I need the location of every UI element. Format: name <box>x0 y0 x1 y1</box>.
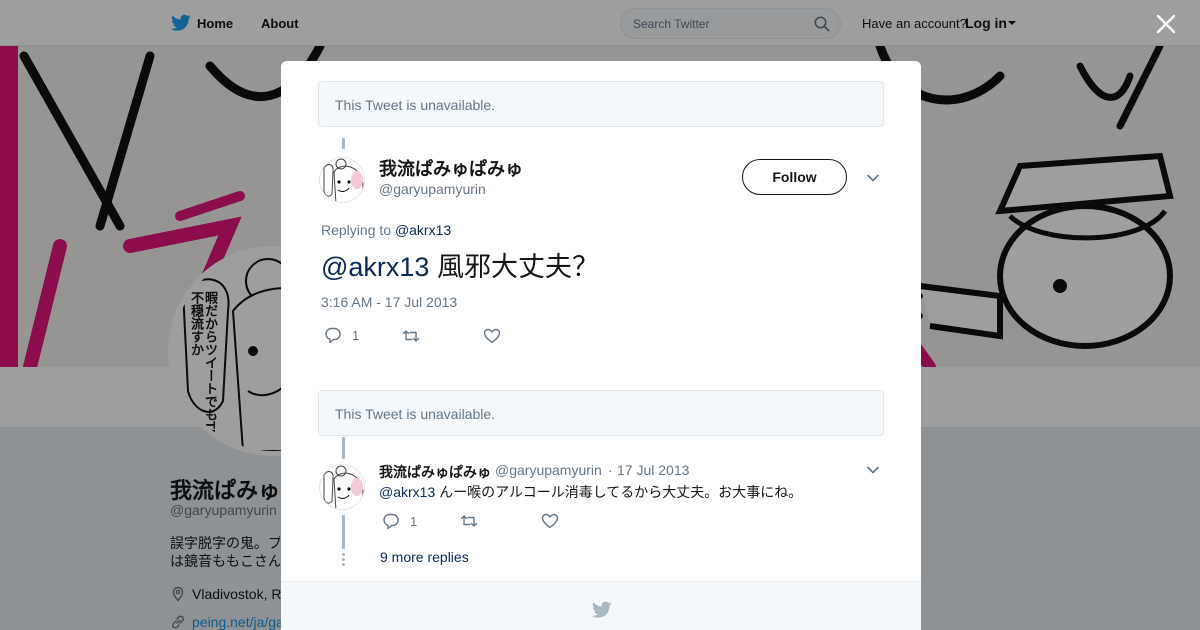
mention-link[interactable]: @akrx13 <box>321 252 429 282</box>
reply-count: 1 <box>352 328 360 343</box>
twitter-bird-icon <box>592 601 612 618</box>
heart-icon <box>483 328 501 344</box>
reply-date[interactable]: 17 Jul 2013 <box>617 462 689 478</box>
retweet-icon <box>460 515 478 527</box>
replying-to-handle-link[interactable]: @akrx13 <box>395 222 451 238</box>
tweet-author-name[interactable]: 我流ぱみゅぱみゅ <box>379 155 523 181</box>
reply-count: 1 <box>410 514 418 529</box>
thread-connector-line <box>342 515 345 549</box>
replying-to: Replying to @akrx13 <box>321 222 451 238</box>
tweet-body-text: 風邪大丈夫？ <box>436 252 599 282</box>
tweet-text: @akrx13 風邪大丈夫？ <box>321 245 599 284</box>
thread-connector-line <box>342 138 345 149</box>
more-replies-dots <box>342 553 345 568</box>
retweet-button[interactable] <box>402 327 432 345</box>
more-replies-link[interactable]: 9 more replies <box>380 549 469 565</box>
reply-author-name[interactable]: 我流ぱみゅぱみゅ <box>379 462 491 482</box>
reply-meta-separator: · <box>608 462 613 478</box>
reply-icon <box>325 327 341 344</box>
retweet-icon <box>402 330 420 342</box>
reply-button[interactable]: 1 <box>382 512 427 530</box>
close-icon[interactable] <box>1155 13 1177 35</box>
unavailable-tweet-notice: This Tweet is unavailable. <box>318 390 884 436</box>
reply-body-text: んー喉のアルコール消毒してるから大丈夫。お大事にね。 <box>439 484 803 500</box>
tweet-timestamp[interactable]: 3:16 AM - 17 Jul 2013 <box>321 294 457 310</box>
reply-author-handle[interactable]: @garyupamyurin <box>495 462 602 478</box>
chevron-down-icon[interactable] <box>866 173 880 183</box>
like-button[interactable] <box>541 512 571 530</box>
unavailable-tweet-notice: This Tweet is unavailable. <box>318 81 884 127</box>
reply-button[interactable]: 1 <box>324 326 374 344</box>
modal-footer <box>281 581 921 630</box>
unavailable-text: This Tweet is unavailable. <box>335 406 496 422</box>
reply-author-avatar[interactable] <box>319 464 365 510</box>
tweet-author-handle[interactable]: @garyupamyurin <box>379 181 486 197</box>
retweet-button[interactable] <box>460 512 490 530</box>
follow-button[interactable]: Follow <box>742 159 847 195</box>
avatar-illustration <box>320 465 364 509</box>
mention-link[interactable]: @akrx13 <box>379 484 435 500</box>
like-button[interactable] <box>483 327 513 345</box>
thread-connector-line <box>342 437 345 459</box>
avatar-illustration <box>320 158 364 202</box>
chevron-down-icon[interactable] <box>866 465 880 475</box>
replying-to-label: Replying to <box>321 222 392 238</box>
heart-icon <box>541 513 559 529</box>
reply-tweet-text: @akrx13 んー喉のアルコール消毒してるから大丈夫。お大事にね。 <box>379 482 802 502</box>
tweet-author-avatar[interactable] <box>319 157 365 203</box>
tweet-detail-modal: This Tweet is unavailable. 我流ぱみゅぱみゅ @gar… <box>281 61 921 630</box>
unavailable-text: This Tweet is unavailable. <box>335 97 496 113</box>
reply-icon <box>383 513 399 530</box>
